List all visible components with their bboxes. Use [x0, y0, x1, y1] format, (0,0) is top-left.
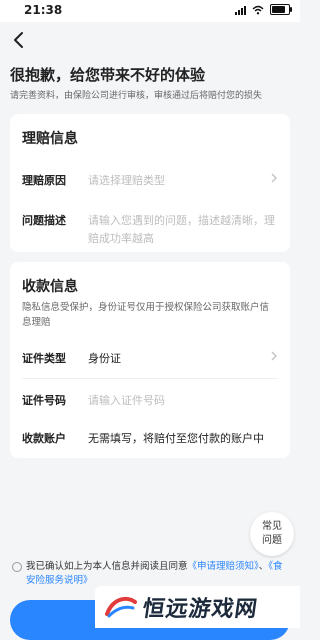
account-label: 收款账户 — [22, 432, 66, 445]
agreement-separator: 、 — [258, 561, 269, 572]
chevron-right-icon — [270, 350, 278, 365]
faq-button[interactable]: 常见问题 — [250, 512, 294, 556]
divider — [22, 378, 278, 379]
id-number-row[interactable]: 证件号码 请输入证件号码 — [22, 380, 278, 420]
watermark-logo-icon — [105, 596, 137, 618]
id-type-label: 证件类型 — [22, 352, 66, 365]
agreement-text: 我已确认如上为本人信息并阅读且同意《申请理赔须知》、《食安险服务说明》 — [26, 560, 292, 588]
account-row: 收款账户 无需填写，将赔付至您付款的账户中 — [22, 418, 278, 458]
wifi-icon — [252, 5, 264, 14]
claim-notice-link[interactable]: 《申请理赔须知》 — [188, 561, 259, 572]
payee-info-card: 收款信息 隐私信息受保护，身份证号仅用于授权保险公司获取账户信息理赔 证件类型 … — [10, 262, 290, 458]
chevron-left-icon — [14, 32, 23, 48]
problem-desc-label: 问题描述 — [22, 214, 66, 227]
id-number-label: 证件号码 — [22, 394, 66, 407]
id-type-select[interactable]: 身份证 — [88, 350, 268, 368]
battery-icon — [270, 4, 292, 15]
problem-desc-input[interactable]: 请输入您遇到的问题，描述越清晰，理赔成功率越高 — [88, 212, 278, 248]
payee-info-desc: 隐私信息受保护，身份证号仅用于授权保险公司获取账户信息理赔 — [22, 302, 270, 328]
page-subtitle: 请完善资料，由保险公司进行审核，审核通过后将赔付您的损失 — [10, 91, 263, 101]
agreement-statement: 我已确认如上为本人信息并阅读且同意 — [26, 561, 188, 572]
agree-radio[interactable] — [12, 562, 22, 572]
watermark-text: 恒远游戏网 — [140, 596, 260, 622]
id-number-input[interactable]: 请输入证件号码 — [88, 392, 268, 410]
claim-reason-label: 理赔原因 — [22, 174, 66, 187]
claim-info-title: 理赔信息 — [22, 131, 78, 147]
back-button[interactable] — [12, 30, 32, 54]
page-title: 很抱歉，给您带来不好的体验 — [10, 66, 206, 84]
account-value: 无需填写，将赔付至您付款的账户中 — [88, 432, 264, 445]
status-icons — [235, 4, 292, 15]
id-type-row[interactable]: 证件类型 身份证 — [22, 338, 278, 378]
claim-reason-row[interactable]: 理赔原因 请选择理赔类型 — [22, 160, 278, 200]
faq-label: 常见问题 — [262, 521, 282, 546]
chevron-right-icon — [270, 172, 278, 187]
status-time: 21:38 — [24, 3, 63, 17]
claim-reason-select[interactable]: 请选择理赔类型 — [88, 172, 268, 190]
claim-info-card: 理赔信息 理赔原因 请选择理赔类型 问题描述 请输入您遇到的问题，描述越清晰，理… — [10, 114, 290, 252]
status-bar: 21:38 — [0, 0, 300, 22]
payee-info-title: 收款信息 — [22, 279, 78, 295]
problem-desc-row[interactable]: 问题描述 请输入您遇到的问题，描述越清晰，理赔成功率越高 — [22, 200, 278, 250]
signal-icon — [235, 5, 246, 15]
watermark: 恒远游戏网 — [95, 586, 300, 628]
